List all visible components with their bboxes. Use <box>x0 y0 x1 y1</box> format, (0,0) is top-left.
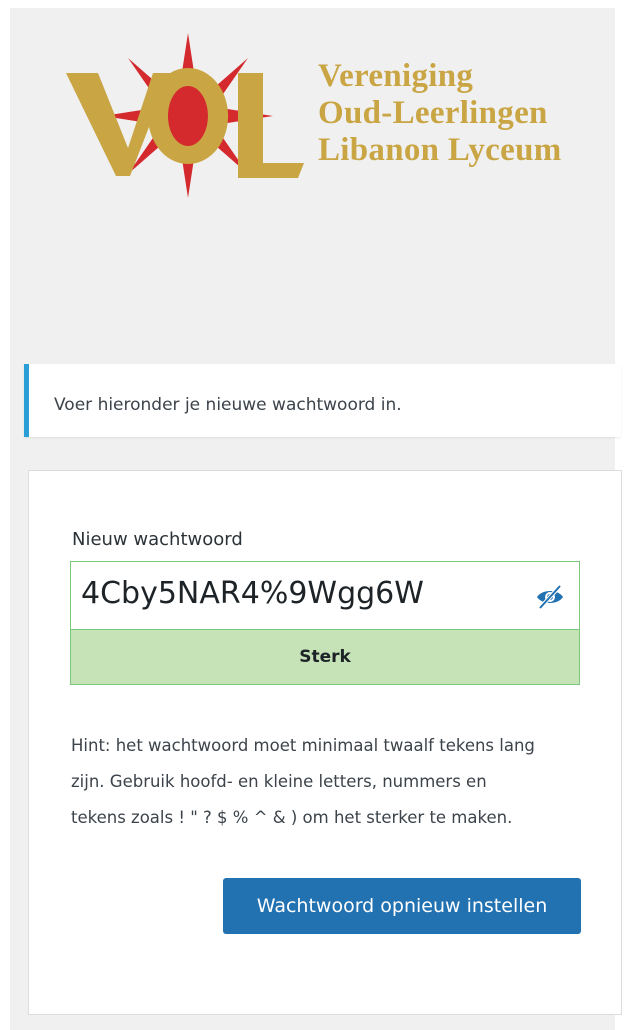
vol-logo-icon <box>66 33 304 198</box>
info-notice: Voer hieronder je nieuwe wachtwoord in. <box>24 364 621 437</box>
site-logo[interactable]: Vereniging Oud-Leerlingen Libanon Lyceum <box>58 28 598 208</box>
reset-password-button[interactable]: Wachtwoord opnieuw instellen <box>223 878 581 934</box>
eye-slash-icon[interactable] <box>535 584 565 610</box>
logo-line-1: Vereniging <box>318 58 474 94</box>
reset-password-form: Nieuw wachtwoord 4Cby5NAR4%9Wgg6W Sterk … <box>28 470 622 1015</box>
notice-text: Voer hieronder je nieuwe wachtwoord in. <box>54 395 402 415</box>
password-hint: Hint: het wachtwoord moet minimaal twaal… <box>71 735 535 827</box>
logo-line-3: Libanon Lyceum <box>318 132 562 168</box>
logo-line-2: Oud-Leerlingen <box>318 95 548 131</box>
password-strength-indicator: Sterk <box>70 629 580 685</box>
new-password-field[interactable]: 4Cby5NAR4%9Wgg6W <box>70 561 580 629</box>
password-value[interactable]: 4Cby5NAR4%9Wgg6W <box>81 576 424 611</box>
logo-text: Vereniging Oud-Leerlingen Libanon Lyceum <box>318 58 562 169</box>
new-password-label: Nieuw wachtwoord <box>72 529 243 550</box>
